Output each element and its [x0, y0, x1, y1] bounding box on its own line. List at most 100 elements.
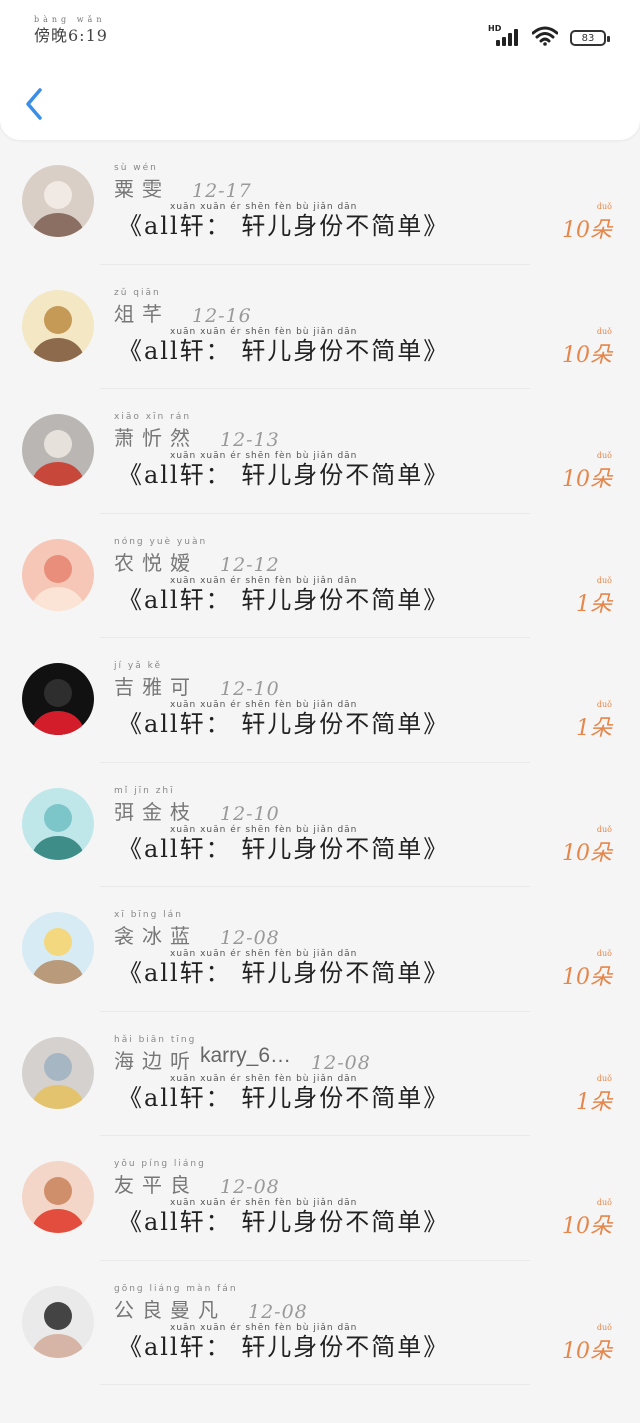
date: 12-08 — [311, 1051, 371, 1074]
flower-count-pinyin: duǒ — [596, 949, 612, 958]
gift-record-list: sù wén 粟雯 12-17 xuān xuān ér shēn fèn bù… — [0, 140, 640, 1385]
name-line: mǐ jīn zhī 弭金枝 12-10 — [114, 786, 280, 825]
flower-count: duǒ 10朵 — [562, 327, 612, 369]
date: 12-12 — [220, 553, 280, 576]
status-time: bàng wǎn 傍晚6:19 — [34, 15, 108, 46]
avatar[interactable] — [22, 165, 94, 237]
user-name-pinyin: mǐ jīn zhī — [114, 785, 175, 796]
name-line: xī bīng lán 衾冰蓝 12-08 — [114, 910, 280, 949]
user-name-pinyin: zǔ qiān — [114, 287, 161, 298]
user-name-text: 海边听 — [114, 1048, 198, 1073]
flower-count-text: 10朵 — [562, 467, 612, 492]
avatar-image — [22, 1285, 94, 1358]
status-time-text: 傍晚6:19 — [34, 26, 108, 45]
user-name-text: 友平良 — [114, 1173, 198, 1197]
list-item[interactable]: xiāo xīn rán 萧忻然 12-13 xuān xuān ér shēn… — [0, 389, 640, 514]
list-item[interactable]: nóng yuè yuàn 农悦嫒 12-12 xuān xuān ér shē… — [0, 514, 640, 638]
avatar-image — [22, 663, 94, 735]
date: 12-13 — [220, 429, 280, 451]
date: 12-16 — [192, 304, 252, 327]
book-title: 《all轩： 轩儿身份不简单》 — [118, 1332, 450, 1361]
name-line: xiāo xīn rán 萧忻然 12-13 — [114, 412, 280, 451]
name-line: gōng liáng màn fán 公良曼凡 12-08 — [114, 1284, 308, 1323]
flower-count-text: 10朵 — [562, 840, 612, 866]
list-item[interactable]: mǐ jīn zhī 弭金枝 12-10 xuān xuān ér shēn f… — [0, 763, 640, 887]
user-name: sù wén 粟雯 — [114, 163, 170, 202]
date: 12-10 — [220, 802, 280, 825]
flower-count-pinyin: duǒ — [596, 1322, 612, 1332]
flower-count-pinyin: duǒ — [596, 1198, 612, 1207]
flower-count-text: 1朵 — [576, 591, 612, 617]
user-name: yǒu píng liáng 友平良 — [114, 1159, 204, 1198]
avatar-image — [22, 538, 94, 611]
book-title: 《all轩： 轩儿身份不简单》 — [118, 834, 450, 863]
flower-count-pinyin: duǒ — [596, 575, 612, 585]
avatar[interactable] — [22, 787, 94, 860]
user-name: xiāo xīn rán 萧忻然 — [114, 412, 198, 451]
avatar[interactable] — [22, 1161, 94, 1233]
flower-count: duǒ 10朵 — [562, 949, 612, 991]
avatar[interactable] — [22, 1285, 94, 1358]
user-name-pinyin: xī bīng lán — [114, 910, 183, 920]
book-title: 《all轩： 轩儿身份不简单》 — [118, 1208, 450, 1236]
list-item[interactable]: jí yǎ kě 吉雅可 12-10 xuān xuān ér shēn fèn… — [0, 638, 640, 763]
user-name-pinyin: yǒu píng liáng — [114, 1159, 206, 1169]
avatar-image — [22, 1036, 94, 1109]
status-icons: HD 83 — [488, 24, 610, 46]
back-button[interactable] — [20, 84, 50, 124]
name-line: jí yǎ kě 吉雅可 12-10 — [114, 661, 280, 700]
date: 12-08 — [220, 927, 280, 949]
avatar[interactable] — [22, 1036, 94, 1109]
flower-count-text: 10朵 — [562, 342, 612, 368]
network-type-label: HD — [488, 24, 502, 33]
status-time-pinyin: bàng wǎn — [34, 15, 106, 24]
flower-count: duǒ 10朵 — [562, 202, 612, 244]
flower-count-text: 10朵 — [562, 965, 612, 990]
list-item[interactable]: sù wén 粟雯 12-17 xuān xuān ér shēn fèn bù… — [0, 140, 640, 265]
user-name: jí yǎ kě 吉雅可 — [114, 661, 198, 700]
name-line: sù wén 粟雯 12-17 — [114, 163, 252, 202]
avatar-image — [22, 787, 94, 860]
list-item[interactable]: yǒu píng liáng 友平良 12-08 xuān xuān ér sh… — [0, 1136, 640, 1261]
book-title: 《all轩： 轩儿身份不简单》 — [118, 336, 450, 365]
user-name-text: 粟雯 — [114, 177, 170, 201]
user-name-text: 吉雅可 — [114, 675, 198, 699]
flower-count-text: 1朵 — [576, 1089, 612, 1115]
user-name: gōng liáng màn fán 公良曼凡 — [114, 1284, 236, 1323]
book-title: 《all轩： 轩儿身份不简单》 — [118, 585, 450, 614]
avatar[interactable] — [22, 414, 94, 486]
flower-count-text: 1朵 — [576, 716, 612, 741]
date: 12-08 — [248, 1300, 308, 1323]
battery-level: 83 — [581, 32, 595, 44]
user-name-pinyin: sù wén — [114, 163, 158, 173]
list-item[interactable]: zǔ qiān 俎芊 12-16 xuān xuān ér shēn fèn b… — [0, 265, 640, 389]
user-name-pinyin: jí yǎ kě — [114, 661, 162, 671]
flower-count-text: 10朵 — [562, 1214, 612, 1239]
list-item[interactable]: gōng liáng màn fán 公良曼凡 12-08 xuān xuān … — [0, 1261, 640, 1385]
book-title: 《all轩： 轩儿身份不简单》 — [118, 959, 450, 987]
list-item[interactable]: xī bīng lán 衾冰蓝 12-08 xuān xuān ér shēn … — [0, 887, 640, 1012]
flower-count: duǒ 10朵 — [562, 825, 612, 867]
avatar-image — [22, 289, 94, 362]
user-name-suffix: karry_6… — [200, 1043, 292, 1067]
flower-count: duǒ 10朵 — [562, 1323, 612, 1365]
user-name-text: 弭金枝 — [114, 799, 198, 824]
avatar[interactable] — [22, 538, 94, 611]
user-name-pinyin: xiāo xīn rán — [114, 412, 192, 422]
flower-count: duǒ 10朵 — [562, 451, 612, 493]
user-name-pinyin: gōng liáng màn fán — [114, 1283, 238, 1294]
avatar-image — [22, 165, 94, 237]
chevron-left-icon — [26, 88, 42, 120]
avatar[interactable] — [22, 663, 94, 735]
avatar[interactable] — [22, 912, 94, 984]
user-name-pinyin: hǎi biān tīng — [114, 1034, 197, 1045]
book-title: 《all轩： 轩儿身份不简单》 — [118, 212, 450, 240]
book-title: 《all轩： 轩儿身份不简单》 — [118, 461, 450, 489]
user-name-pinyin: nóng yuè yuàn — [114, 536, 208, 547]
user-name-text: 衾冰蓝 — [114, 924, 198, 948]
name-line: yǒu píng liáng 友平良 12-08 — [114, 1159, 280, 1198]
list-item[interactable]: hǎi biān tīng 海边听 karry_6… 12-08 xuān xu… — [0, 1012, 640, 1136]
flower-count: duǒ 10朵 — [562, 1198, 612, 1240]
date: 12-17 — [192, 180, 252, 202]
avatar[interactable] — [22, 289, 94, 362]
